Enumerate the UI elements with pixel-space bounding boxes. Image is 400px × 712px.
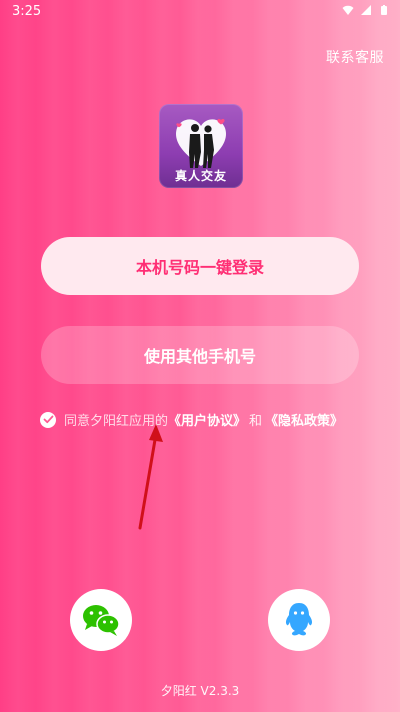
agreement-row: 同意夕阳红应用的 《用户协议》 和 《隐私政策》 <box>40 410 343 429</box>
wechat-login-button[interactable] <box>70 589 132 651</box>
red-arrow-annotation <box>138 424 163 530</box>
qq-login-button[interactable] <box>268 589 330 651</box>
check-icon <box>43 415 53 424</box>
one-click-login-button[interactable]: 本机号码一键登录 <box>41 237 359 295</box>
signal-icon <box>361 5 371 15</box>
contact-support-link[interactable]: 联系客服 <box>326 47 384 67</box>
status-time: 3:25 <box>12 4 42 19</box>
agreement-checkbox[interactable] <box>40 411 56 428</box>
app-version: 夕阳红 V2.3.3 <box>160 684 240 698</box>
status-icons <box>342 4 390 16</box>
battery-icon <box>381 5 387 15</box>
logo-text: 真人交友 <box>174 169 227 183</box>
app-logo: 真人交友 <box>159 104 243 188</box>
wechat-icon <box>83 605 120 636</box>
user-agreement-link[interactable]: 《用户协议》 <box>168 410 246 429</box>
wifi-icon <box>342 5 354 15</box>
other-phone-login-button[interactable]: 使用其他手机号 <box>41 326 359 384</box>
couple-heart-icon <box>176 118 226 168</box>
qq-icon <box>285 603 313 636</box>
privacy-policy-link[interactable]: 《隐私政策》 <box>265 410 343 429</box>
status-bar: 3:25 <box>0 0 400 26</box>
agreement-and: 和 <box>249 414 263 429</box>
